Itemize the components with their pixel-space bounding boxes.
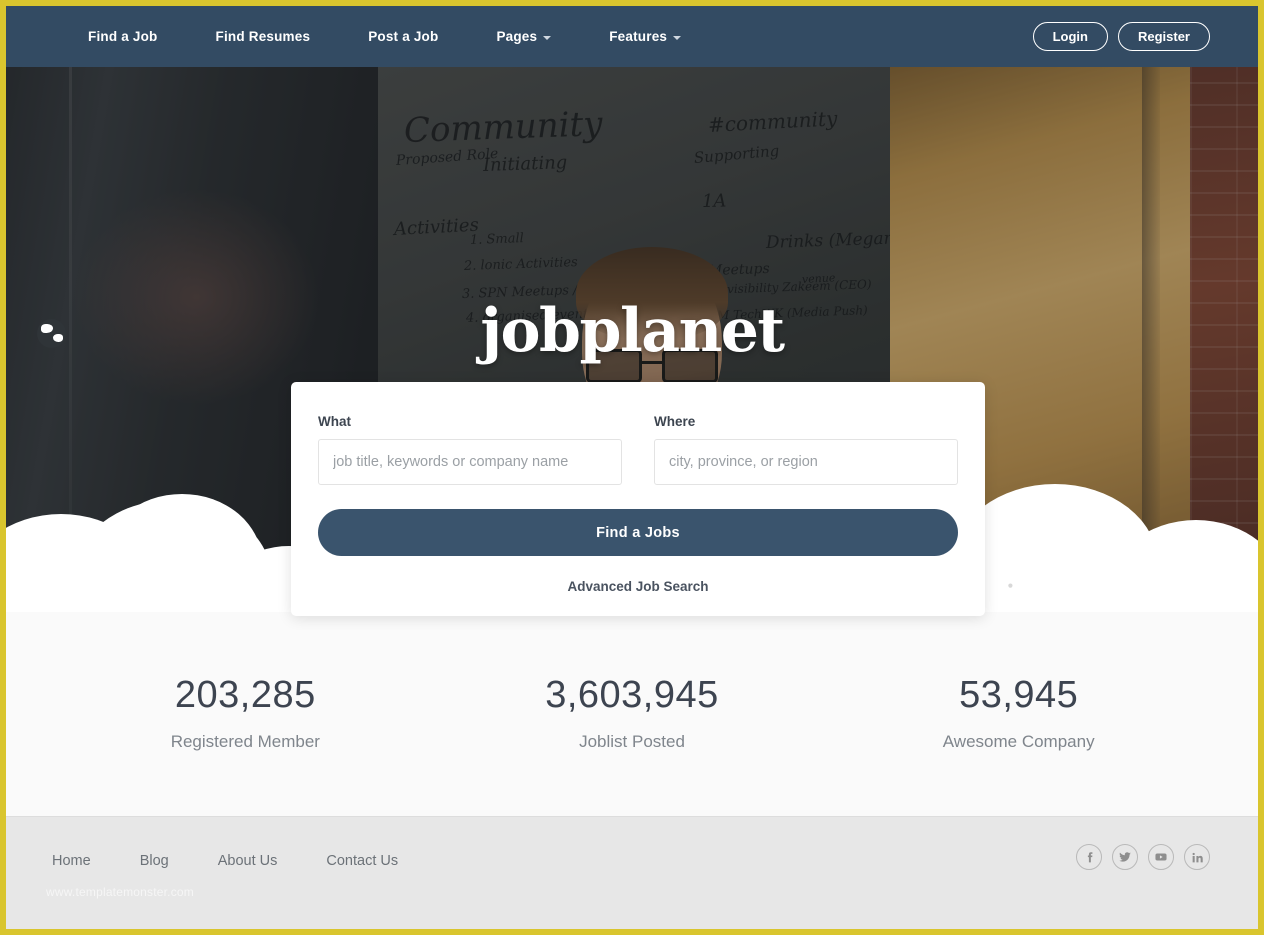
site-logo-text: jobplanet <box>480 296 785 366</box>
main-navbar: Find a Job Find Resumes Post a Job Pages… <box>6 6 1258 67</box>
site-footer: Home Blog About Us Contact Us www.templa… <box>6 816 1258 929</box>
footer-watermark: www.templatemonster.com <box>46 885 194 899</box>
search-field-where: Where <box>654 414 958 485</box>
nav-item-label: Post a Job <box>368 29 439 44</box>
social-link-youtube[interactable] <box>1148 844 1174 870</box>
nav-item-label: Pages <box>496 29 538 44</box>
stat-joblist-posted: 3,603,945 Joblist Posted <box>439 676 826 752</box>
facebook-icon <box>1087 851 1092 862</box>
search-input-where[interactable] <box>654 439 958 485</box>
stats-section: 203,285 Registered Member 3,603,945 Jobl… <box>6 612 1258 816</box>
twitter-icon <box>1119 852 1131 862</box>
find-jobs-button[interactable]: Find a Jobs <box>318 509 958 556</box>
rocket-icon <box>997 578 1018 599</box>
chevron-down-icon <box>673 35 682 40</box>
page-frame: Find a Job Find Resumes Post a Job Pages… <box>6 6 1258 929</box>
search-input-what[interactable] <box>318 439 622 485</box>
linkedin-icon <box>1192 852 1203 862</box>
stat-value: 203,285 <box>174 674 316 716</box>
search-fields: What Where <box>318 414 958 485</box>
stat-label: Registered Member <box>170 732 320 751</box>
globe-icon <box>37 319 66 348</box>
footer-link-contact-us[interactable]: Contact Us <box>326 853 398 869</box>
stat-awesome-company: 53,945 Awesome Company <box>825 676 1212 752</box>
nav-item-post-a-job[interactable]: Post a Job <box>368 29 438 44</box>
social-icons <box>1076 844 1210 870</box>
nav-links: Find a Job Find Resumes Post a Job Pages… <box>88 29 739 44</box>
nav-item-find-a-job[interactable]: Find a Job <box>88 29 158 44</box>
search-field-what: What <box>318 414 622 485</box>
stat-value: 3,603,945 <box>545 674 719 716</box>
youtube-icon <box>1155 853 1167 861</box>
social-link-linkedin[interactable] <box>1184 844 1210 870</box>
what-label: What <box>318 414 351 429</box>
job-search-card: What Where Find a Jobs Advanced Job Sear… <box>291 382 985 616</box>
chevron-down-icon <box>543 35 552 40</box>
nav-item-label: Features <box>609 29 668 44</box>
footer-links: Home Blog About Us Contact Us <box>52 853 447 869</box>
site-logo[interactable]: jobplanet <box>6 301 1258 361</box>
advanced-job-search-link[interactable]: Advanced Job Search <box>318 579 958 594</box>
where-label: Where <box>654 414 696 429</box>
stat-value: 53,945 <box>959 674 1079 716</box>
stat-registered-member: 203,285 Registered Member <box>52 676 439 752</box>
stat-label: Joblist Posted <box>579 732 685 751</box>
nav-auth-group: Login Register <box>1032 21 1210 52</box>
footer-link-blog[interactable]: Blog <box>140 853 169 869</box>
login-button[interactable]: Login <box>1032 21 1108 52</box>
stat-label: Awesome Company <box>942 732 1095 751</box>
footer-link-about-us[interactable]: About Us <box>218 853 278 869</box>
footer-link-home[interactable]: Home <box>52 853 91 869</box>
nav-item-label: Find a Job <box>88 29 158 44</box>
nav-item-features[interactable]: Features <box>609 29 682 44</box>
carousel-indicator-dot[interactable] <box>258 579 273 594</box>
nav-item-pages[interactable]: Pages <box>496 29 552 44</box>
social-link-facebook[interactable] <box>1076 844 1102 870</box>
nav-item-label: Find Resumes <box>215 29 311 44</box>
social-link-twitter[interactable] <box>1112 844 1138 870</box>
nav-item-find-resumes[interactable]: Find Resumes <box>216 29 311 44</box>
register-button[interactable]: Register <box>1117 21 1210 52</box>
